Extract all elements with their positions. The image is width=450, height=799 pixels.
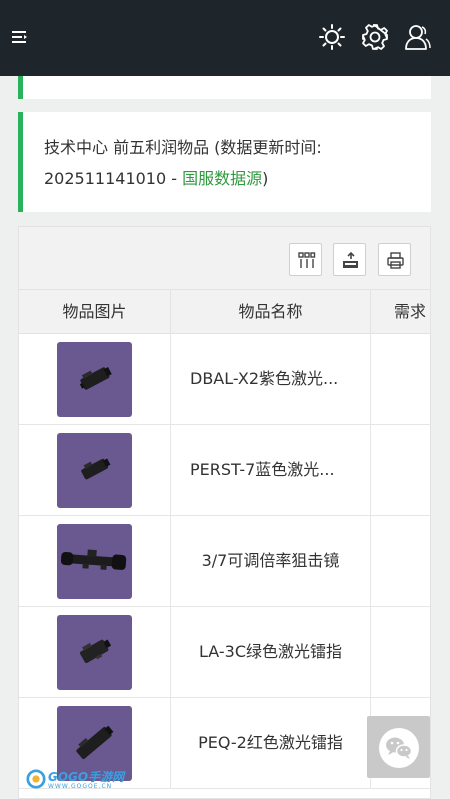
table-row[interactable]: PERST-7蓝色激光... (19, 425, 430, 516)
column-header-demand[interactable]: 需求 (371, 290, 430, 333)
laser-sight-icon (81, 458, 111, 480)
print-button[interactable] (378, 243, 411, 276)
columns-icon (298, 252, 316, 268)
item-thumbnail (57, 433, 132, 508)
site-watermark: GOGO手游网 WWW.GOGOE.CN (26, 767, 124, 795)
item-image-cell (19, 334, 171, 424)
notice-line2: 202511141010 - 国服数据源) (44, 163, 421, 194)
columns-button[interactable] (289, 243, 322, 276)
export-button[interactable] (333, 243, 366, 276)
wechat-button[interactable] (367, 716, 430, 778)
notice-title: 技术中心 前五利润物品 (数据更新时间: (44, 138, 322, 157)
item-name: LA-3C绿色激光镭指 (171, 607, 371, 697)
table-row[interactable]: DBAL-X2紫色激光... (19, 334, 430, 425)
scope-icon (60, 549, 127, 570)
item-demand (371, 516, 430, 606)
notice-close-paren: ) (262, 169, 269, 188)
user-icon[interactable] (404, 23, 432, 51)
menu-icon[interactable] (10, 28, 30, 46)
laser-sight-icon (79, 639, 112, 663)
sun-icon[interactable] (318, 23, 346, 51)
wechat-icon (379, 728, 419, 768)
table-toolbar (19, 227, 430, 289)
item-demand (371, 425, 430, 515)
table-header: 物品图片 物品名称 需求 (19, 289, 430, 334)
update-timestamp: 202511141010 - (44, 169, 183, 188)
item-thumbnail (57, 342, 132, 417)
top-nav-bar (0, 0, 450, 76)
column-header-image[interactable]: 物品图片 (19, 290, 171, 333)
notice-card: 技术中心 前五利润物品 (数据更新时间: 202511141010 - 国服数据… (18, 112, 431, 212)
column-header-name[interactable]: 物品名称 (171, 290, 371, 333)
data-source-link[interactable]: 国服数据源 (182, 169, 262, 188)
item-image-cell (19, 607, 171, 697)
info-card-top (18, 76, 431, 99)
item-name: 3/7可调倍率狙击镜 (171, 516, 371, 606)
watermark-site: WWW.GOGOE.CN (48, 783, 113, 790)
item-image-cell (19, 516, 171, 606)
gear-icon[interactable] (361, 23, 389, 51)
item-thumbnail (57, 524, 132, 599)
item-name: PEQ-2红色激光镭指 (171, 698, 371, 788)
gogo-logo-icon (26, 769, 46, 789)
item-name: DBAL-X2紫色激光... (171, 334, 371, 424)
table-row[interactable]: 3/7可调倍率狙击镜 (19, 516, 430, 607)
laser-sight-icon (79, 367, 112, 390)
item-thumbnail (57, 615, 132, 690)
item-image-cell (19, 425, 171, 515)
print-icon (387, 252, 404, 269)
item-demand (371, 334, 430, 424)
item-demand (371, 607, 430, 697)
table-row[interactable]: LA-3C绿色激光镭指 (19, 607, 430, 698)
item-name: PERST-7蓝色激光... (171, 425, 371, 515)
table-panel: 物品图片 物品名称 需求 DBAL-X2紫色激光... PERST-7蓝色激光.… (18, 226, 431, 799)
export-icon (343, 251, 358, 268)
